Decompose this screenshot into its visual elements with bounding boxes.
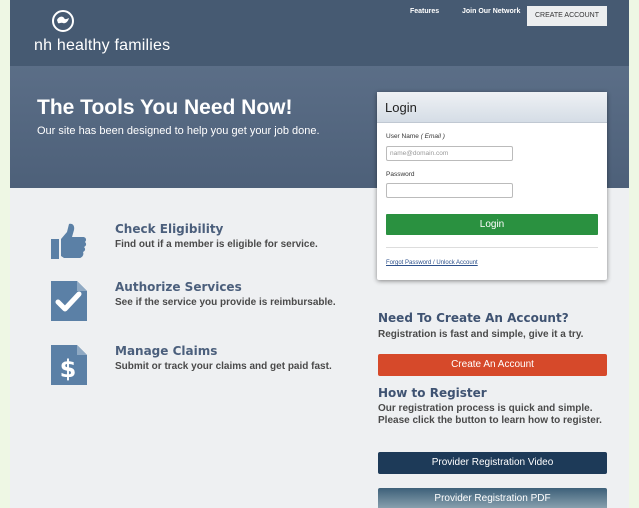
nav-create-account-button[interactable]: CREATE ACCOUNT: [527, 6, 607, 26]
nav-features-link[interactable]: Features: [410, 8, 439, 15]
login-panel: Login User Name ( Email ) name@domain.co…: [377, 92, 607, 280]
page: nh healthy families Features Join Our Ne…: [10, 0, 629, 508]
nav-join-network-link[interactable]: Join Our Network: [462, 8, 520, 15]
brand-logo-text[interactable]: nh healthy families: [34, 37, 170, 55]
create-account-text: Registration is fast and simple, give it…: [378, 329, 584, 340]
divider: [386, 247, 598, 248]
feature-description: Find out if a member is eligible for ser…: [115, 239, 318, 250]
forgot-password-link[interactable]: Forgot Password / Unlock Account: [386, 260, 478, 266]
dollar-document-icon: $: [50, 344, 88, 386]
password-input[interactable]: [386, 183, 513, 198]
username-label: User Name ( Email ): [386, 133, 445, 140]
svg-text:$: $: [60, 355, 77, 383]
feature-description: See if the service you provide is reimbu…: [115, 297, 336, 308]
registration-video-button[interactable]: Provider Registration Video: [378, 452, 607, 474]
password-label: Password: [386, 171, 415, 178]
registration-pdf-button[interactable]: Provider Registration PDF: [378, 488, 607, 508]
feature-description: Submit or track your claims and get paid…: [115, 361, 332, 372]
thumbs-up-icon: [50, 222, 88, 264]
create-account-button[interactable]: Create An Account: [378, 354, 607, 376]
hero-title: The Tools You Need Now!: [37, 96, 293, 119]
username-hint: ( Email ): [420, 133, 445, 140]
username-label-text: User Name: [386, 133, 419, 140]
login-title: Login: [377, 92, 607, 123]
feature-title: Manage Claims: [115, 344, 218, 358]
feature-title: Check Eligibility: [115, 222, 224, 236]
register-text: Our registration process is quick and si…: [378, 403, 602, 426]
site-header: nh healthy families Features Join Our Ne…: [10, 0, 629, 66]
register-heading: How to Register: [378, 386, 487, 400]
globe-logo-icon[interactable]: [52, 10, 74, 32]
login-button[interactable]: Login: [386, 214, 598, 235]
create-account-heading: Need To Create An Account?: [378, 311, 569, 325]
feature-title: Authorize Services: [115, 280, 242, 294]
hero-subtitle: Our site has been designed to help you g…: [37, 125, 320, 137]
checklist-icon: [50, 280, 88, 322]
username-input[interactable]: name@domain.com: [386, 146, 513, 161]
